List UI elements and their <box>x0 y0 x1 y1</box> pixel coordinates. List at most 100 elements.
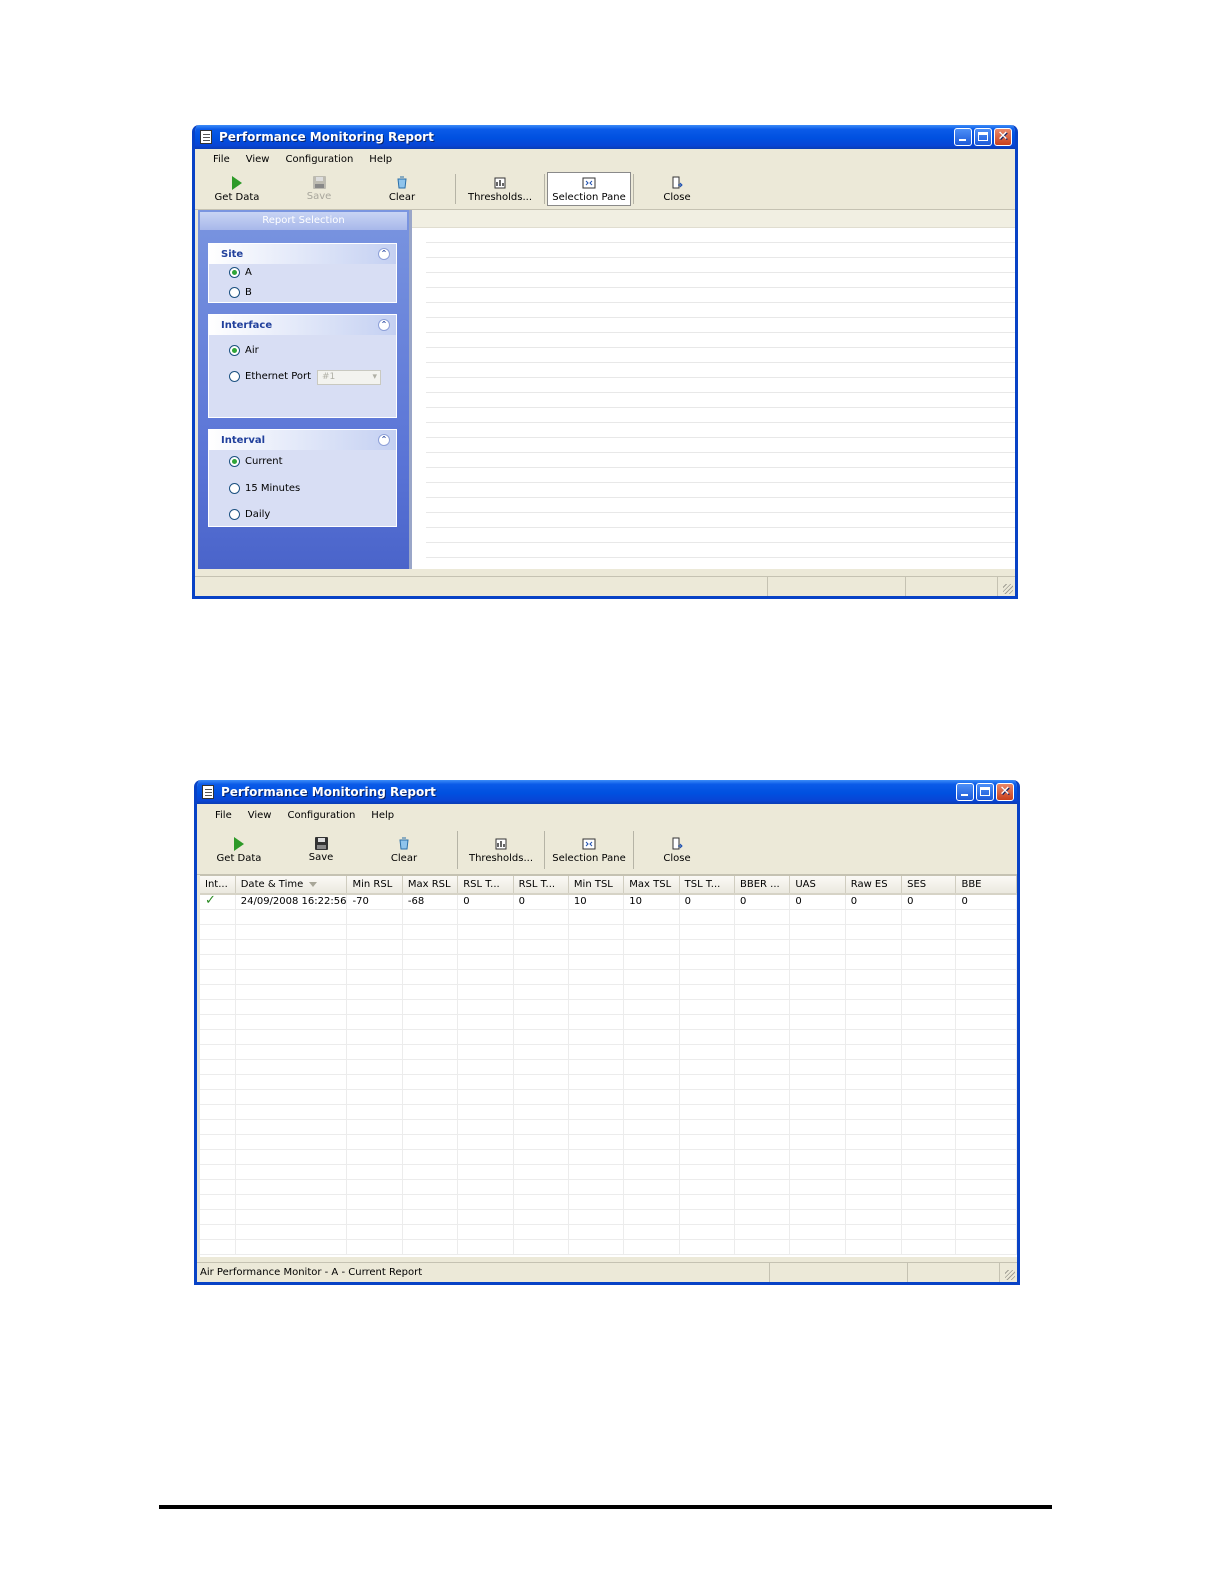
empty-table-cell <box>457 1119 514 1135</box>
column-header[interactable]: SES <box>901 876 957 895</box>
maximize-icon <box>980 787 990 796</box>
thresholds-button[interactable]: Thresholds... <box>456 169 544 209</box>
empty-table-cell <box>734 999 791 1015</box>
table-row[interactable]: ✓ 24/09/2008 16:22:56 -70 -68 0 0 10 10 … <box>200 894 1017 910</box>
column-header[interactable]: Max RSL <box>402 876 459 895</box>
empty-table-cell <box>955 1224 1017 1240</box>
title-bar[interactable]: Performance Monitoring Report ✕ <box>195 125 1015 149</box>
column-header[interactable]: BBE <box>955 876 1017 895</box>
close-window-button[interactable]: ✕ <box>994 128 1012 146</box>
column-header[interactable]: TSL T... <box>679 876 736 895</box>
menu-bar: File View Configuration Help <box>197 804 1017 826</box>
column-header[interactable]: Int... <box>200 876 236 895</box>
empty-table-cell <box>346 1104 403 1120</box>
column-header[interactable]: RSL T... <box>457 876 514 895</box>
maximize-button[interactable] <box>974 128 992 146</box>
column-header[interactable]: RSL T... <box>513 876 569 895</box>
empty-table-cell <box>235 1059 348 1075</box>
interface-air-radio[interactable]: Air <box>229 345 259 356</box>
column-header[interactable]: Min TSL <box>568 876 625 895</box>
empty-table-cell <box>568 939 625 955</box>
site-b-radio[interactable]: B <box>229 287 252 298</box>
empty-table-cell <box>402 1014 459 1030</box>
column-header[interactable]: Max TSL <box>623 876 680 895</box>
clear-button[interactable]: Clear <box>371 826 437 874</box>
get-data-button[interactable]: Get Data <box>205 169 269 209</box>
menu-file[interactable]: File <box>207 154 236 165</box>
resize-grip-icon[interactable] <box>1003 584 1013 594</box>
interface-ethernet-radio[interactable]: Ethernet Port <box>229 371 311 382</box>
empty-table-cell <box>901 1014 957 1030</box>
empty-table-cell <box>955 1149 1017 1165</box>
column-header-date-time[interactable]: Date & Time <box>235 876 348 895</box>
column-header[interactable]: Min RSL <box>346 876 403 895</box>
empty-table-cell <box>901 1119 957 1135</box>
clear-icon <box>397 176 407 188</box>
interval-current-radio[interactable]: Current <box>229 456 283 467</box>
selection-pane-button[interactable]: Selection Pane <box>547 172 631 206</box>
thresholds-button[interactable]: Thresholds... <box>458 826 544 874</box>
menu-view[interactable]: View <box>240 154 276 165</box>
site-group-title[interactable]: Site ⌃ <box>209 244 396 264</box>
radio-icon <box>229 287 240 298</box>
interval-daily-radio[interactable]: Daily <box>229 509 270 520</box>
column-header[interactable]: BBER ... <box>734 876 791 895</box>
menu-help[interactable]: Help <box>365 810 400 821</box>
column-header[interactable]: Raw ES <box>845 876 903 895</box>
empty-table-cell <box>346 1119 403 1135</box>
close-icon: ✕ <box>999 784 1011 799</box>
empty-table-cell <box>200 1224 236 1240</box>
empty-table-cell <box>789 909 846 925</box>
close-window-button[interactable]: ✕ <box>996 783 1014 801</box>
empty-table-cell <box>346 1044 403 1060</box>
empty-table-cell <box>200 969 236 985</box>
empty-table-cell <box>568 1164 625 1180</box>
collapse-icon[interactable]: ⌃ <box>378 319 390 331</box>
report-grid[interactable]: Int... Date & Time Min RSL Max RSL RSL T… <box>200 875 1017 1257</box>
menu-configuration[interactable]: Configuration <box>279 154 359 165</box>
empty-table-cell <box>235 1089 348 1105</box>
menu-help[interactable]: Help <box>363 154 398 165</box>
empty-table-cell <box>457 1044 514 1060</box>
empty-table-cell <box>513 1224 569 1240</box>
empty-table-cell <box>623 1119 680 1135</box>
empty-table-cell <box>901 954 957 970</box>
empty-table-cell <box>200 1104 236 1120</box>
clear-button[interactable]: Clear <box>369 169 435 209</box>
title-bar[interactable]: Performance Monitoring Report ✕ <box>197 780 1017 804</box>
collapse-icon[interactable]: ⌃ <box>378 248 390 260</box>
empty-table-cell <box>235 939 348 955</box>
empty-table-row <box>200 1044 1017 1060</box>
close-button[interactable]: Close <box>634 826 720 874</box>
menu-file[interactable]: File <box>209 810 238 821</box>
interval-group-title[interactable]: Interval ⌃ <box>209 430 396 450</box>
save-button[interactable]: Save <box>269 169 369 209</box>
minimize-button[interactable] <box>956 783 974 801</box>
selection-pane-button[interactable]: Selection Pane <box>545 826 633 874</box>
menu-view[interactable]: View <box>242 810 278 821</box>
interface-group-title[interactable]: Interface ⌃ <box>209 315 396 335</box>
maximize-button[interactable] <box>976 783 994 801</box>
empty-table-cell <box>402 1119 459 1135</box>
empty-table-cell <box>457 939 514 955</box>
empty-table-cell <box>845 1239 903 1255</box>
resize-grip-icon[interactable] <box>1005 1270 1015 1280</box>
report-area[interactable] <box>412 210 1015 569</box>
empty-table-cell <box>734 924 791 940</box>
collapse-icon[interactable]: ⌃ <box>378 434 390 446</box>
menu-configuration[interactable]: Configuration <box>281 810 361 821</box>
close-button[interactable]: Close <box>634 169 720 209</box>
column-header[interactable]: UAS <box>789 876 846 895</box>
empty-table-cell <box>955 939 1017 955</box>
save-button[interactable]: Save <box>271 826 371 874</box>
report-app-icon <box>202 785 214 799</box>
empty-table-cell <box>623 1164 680 1180</box>
minimize-button[interactable] <box>954 128 972 146</box>
empty-table-cell <box>955 1134 1017 1150</box>
empty-table-cell <box>402 1164 459 1180</box>
empty-table-row <box>200 984 1017 1000</box>
interval-15min-radio[interactable]: 15 Minutes <box>229 483 300 494</box>
site-a-radio[interactable]: A <box>229 267 252 278</box>
get-data-button[interactable]: Get Data <box>207 826 271 874</box>
ethernet-port-select[interactable]: #1 <box>317 370 381 385</box>
